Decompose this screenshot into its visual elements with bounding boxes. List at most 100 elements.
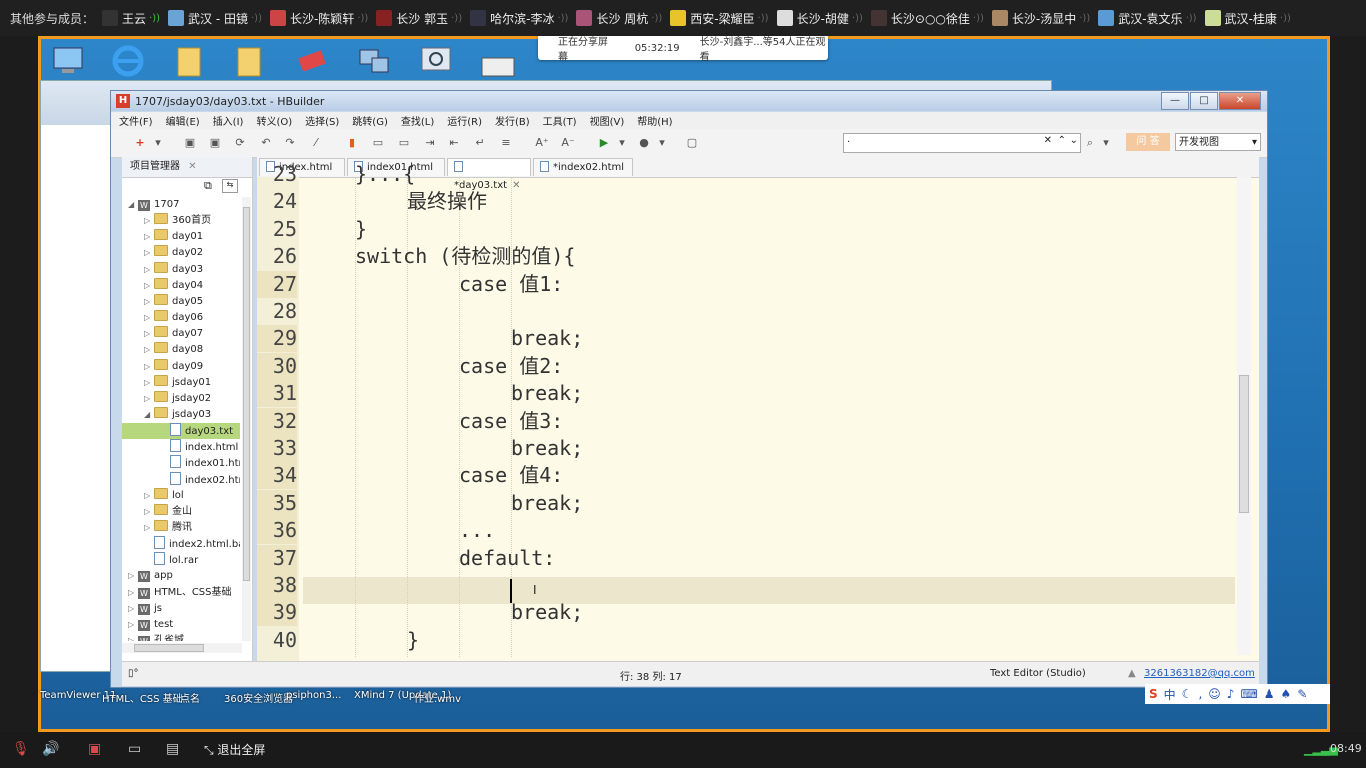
participant[interactable]: 长沙-汤显中 ·)) [991, 10, 1090, 27]
taskbar-item[interactable]: psiphon3... [286, 690, 341, 701]
tree-file-item[interactable]: lol.rar [122, 552, 240, 568]
tree-folder-item[interactable]: ▷ jsday01 [122, 374, 240, 391]
shirt-icon[interactable]: ♠ [1281, 687, 1292, 701]
participant[interactable]: 哈尔滨-李冰 ·)) [470, 10, 568, 27]
tree-folder-item[interactable]: ▷ day09 [122, 358, 240, 375]
expand-arrow-icon[interactable]: ▷ [144, 520, 154, 536]
expand-arrow-icon[interactable]: ▷ [144, 262, 154, 278]
code-line[interactable]: 最终操作 [407, 188, 487, 215]
menu-item[interactable]: 编辑(E) [158, 113, 205, 128]
tree-folder-item[interactable]: ▷ 360首页 [122, 213, 240, 229]
search-next-icon[interactable]: ⌄ [1070, 135, 1078, 146]
status-left-icon[interactable]: ▯° [128, 668, 139, 679]
font-increase-icon[interactable]: A⁺ [535, 136, 549, 150]
participant[interactable]: 长沙 周杭 ·)) [576, 10, 662, 27]
code-line[interactable]: } [355, 216, 367, 243]
participant[interactable]: 武汉-袁文乐 ·)) [1098, 10, 1197, 27]
tree-scrollbar[interactable] [242, 197, 251, 641]
comment-icon[interactable]: ≡ [499, 136, 513, 150]
code-line[interactable]: break; [511, 435, 583, 462]
expand-arrow-icon[interactable]: ▷ [144, 229, 154, 245]
code-line[interactable]: case 值3: [459, 408, 563, 435]
participant[interactable]: 武汉-桂康 ·)) [1204, 10, 1291, 27]
tree-project-item[interactable]: ▷ Wjs [122, 601, 240, 617]
participant[interactable]: 长沙-胡健 ·)) [776, 10, 863, 27]
expand-arrow-icon[interactable]: ▷ [128, 633, 138, 641]
mail-desktop-icon[interactable] [478, 42, 518, 80]
tree-folder-item[interactable]: ▷ day06 [122, 310, 240, 326]
menu-item[interactable]: 运行(R) [439, 113, 487, 128]
expand-arrow-icon[interactable]: ▷ [144, 359, 154, 375]
maximize-button[interactable]: □ [1190, 92, 1218, 110]
mic-icon[interactable]: ♪ [1227, 687, 1235, 701]
expand-arrow-icon[interactable]: ◢ [128, 197, 138, 213]
indent-icon[interactable]: ⇥ [423, 136, 437, 150]
tree-project-item[interactable]: ▷ W HTML、CSS基础 [122, 585, 240, 601]
tree-file-item[interactable]: index.html [122, 439, 240, 455]
code-line[interactable]: case 值1: [459, 271, 563, 298]
taskbar-item[interactable]: 作业.wmv [414, 690, 461, 705]
participant[interactable]: 长沙 郭玉 ·)) [376, 10, 462, 27]
search-prev-icon[interactable]: ⌃ [1058, 135, 1066, 146]
file-icon[interactable]: ▭ [371, 136, 385, 150]
expand-arrow-icon[interactable]: ▷ [144, 342, 154, 358]
tree-file-item[interactable]: index01.htr [122, 455, 240, 471]
code-line[interactable]: default: [459, 545, 555, 572]
menu-item[interactable]: 文件(F) [111, 113, 158, 128]
tree-project-item[interactable]: ▷W 孔雀城 [122, 633, 240, 641]
search-input[interactable]: . ✕ ⌃ ⌄ [843, 133, 1081, 153]
settings-icon[interactable]: ✎ [1297, 687, 1307, 701]
code-line[interactable]: case 值4: [459, 462, 563, 489]
search-icon[interactable]: ⌕ [1083, 136, 1097, 150]
eraser-desktop-icon[interactable] [292, 42, 332, 80]
taskbar-item[interactable]: 360安全浏览器 [224, 690, 293, 705]
menu-item[interactable]: 视图(V) [582, 113, 630, 128]
tree-folder-item[interactable]: ▷ 金山 [122, 503, 240, 520]
tree-folder-item[interactable]: ▷ 腾讯 [122, 520, 240, 536]
ask-button[interactable]: 问 答 [1126, 133, 1170, 151]
expand-arrow-icon[interactable]: ▷ [144, 278, 154, 294]
tree-hscrollbar[interactable] [122, 643, 242, 653]
search-options-icon[interactable]: ▾ [1099, 136, 1113, 150]
code-line[interactable]: ... [459, 517, 495, 544]
expand-arrow-icon[interactable]: ▷ [128, 617, 138, 633]
tree-file-item[interactable]: index02.htr [122, 471, 240, 488]
code-line[interactable]: break; [511, 490, 583, 517]
sogou-icon[interactable]: S [1149, 687, 1158, 701]
code-line[interactable]: } [407, 627, 419, 654]
expand-arrow-icon[interactable]: ▷ [144, 375, 154, 391]
refresh-icon[interactable]: ⟳ [233, 136, 247, 150]
tree-file-item[interactable]: index2.html.ba [122, 536, 240, 552]
menu-item[interactable]: 发行(B) [487, 113, 535, 128]
undo-icon[interactable]: ↶ [259, 136, 273, 150]
hbuilder-window[interactable]: H 1707/jsday03/day03.txt - HBuilder — □ … [110, 90, 1268, 688]
search-desktop-icon[interactable] [416, 42, 456, 80]
taskbar-item[interactable]: 点名 [180, 690, 200, 705]
close-button[interactable]: ✕ [1219, 92, 1261, 110]
window-titlebar[interactable]: H 1707/jsday03/day03.txt - HBuilder — □ … [111, 91, 1267, 111]
link-editor-icon[interactable]: ⇆ [222, 179, 238, 193]
dropdown-icon[interactable]: ▾ [151, 136, 165, 150]
menu-item[interactable]: 帮助(H) [629, 113, 677, 128]
screen-share-icon[interactable]: ▭ [128, 741, 141, 757]
menu-item[interactable]: 转义(O) [248, 113, 297, 128]
expand-arrow-icon[interactable]: ▷ [128, 601, 138, 617]
user-account-link[interactable]: 3261363182@qq.com [1144, 668, 1255, 679]
view-select[interactable]: 开发视图 ▾ [1175, 133, 1261, 151]
ie-desktop-icon[interactable] [108, 42, 148, 80]
redo-icon[interactable]: ↷ [283, 136, 297, 150]
expand-arrow-icon[interactable]: ▷ [128, 568, 138, 584]
participant[interactable]: 长沙-陈颖轩 ·)) [269, 10, 368, 27]
speaker-icon[interactable]: 🔊 [42, 741, 59, 757]
folder-desktop-icon-2[interactable] [230, 42, 270, 80]
wrap-icon[interactable]: ↵ [473, 136, 487, 150]
expand-arrow-icon[interactable]: ▷ [144, 326, 154, 342]
expand-arrow-icon[interactable]: ◢ [144, 407, 154, 423]
format-icon[interactable]: ⁄ [309, 136, 323, 150]
minimize-button[interactable]: — [1161, 92, 1189, 110]
search-clear-icon[interactable]: ✕ [1044, 135, 1052, 146]
tree-folder-item[interactable]: ▷ day04 [122, 277, 240, 294]
tree-folder-item[interactable]: ▷ day08 [122, 342, 240, 358]
taskbar-item[interactable]: HTML、CSS 基础 [102, 690, 183, 705]
user-tray-icon[interactable]: ♟ [1264, 687, 1275, 701]
